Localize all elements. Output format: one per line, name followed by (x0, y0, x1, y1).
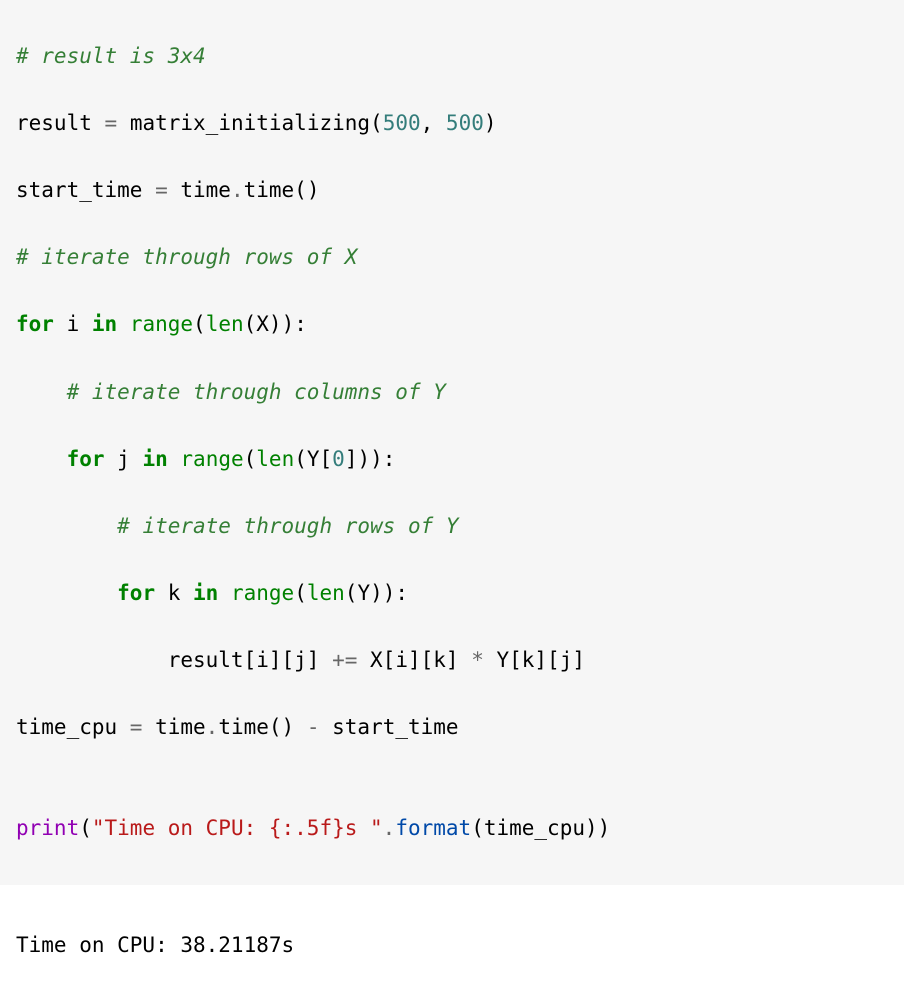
token: ( (294, 581, 307, 605)
builtin: print (16, 816, 79, 840)
number: 0 (332, 447, 345, 471)
token: ( (79, 816, 92, 840)
keyword: for (67, 447, 105, 471)
comment: # iterate through columns of Y (67, 380, 446, 404)
token: ])): (345, 447, 396, 471)
operator: = (105, 111, 118, 135)
code-line: for k in range(len(Y)): (16, 577, 888, 611)
token: ) (484, 111, 497, 135)
token: (Y[ (294, 447, 332, 471)
token: (Y)): (345, 581, 408, 605)
indent (16, 447, 67, 471)
number: 500 (446, 111, 484, 135)
operator: = (155, 178, 168, 202)
builtin: len (307, 581, 345, 605)
operator: * (471, 648, 484, 672)
string: "Time on CPU: {:.5f}s " (92, 816, 383, 840)
code-line: for i in range(len(X)): (16, 308, 888, 342)
code-cell: # result is 3x4 result = matrix_initiali… (0, 0, 904, 885)
output-cell: Time on CPU: 38.21187s (0, 885, 904, 996)
builtin: len (206, 312, 244, 336)
builtin: range (180, 447, 243, 471)
code-line: # result is 3x4 (16, 40, 888, 74)
token: time() (244, 178, 320, 202)
code-line: start_time = time.time() (16, 174, 888, 208)
token: Y[k][j] (484, 648, 585, 672)
builtin: len (256, 447, 294, 471)
builtin: range (231, 581, 294, 605)
indent (16, 380, 67, 404)
code-line: time_cpu = time.time() - start_time (16, 711, 888, 745)
token: result (16, 111, 105, 135)
operator: - (307, 715, 320, 739)
token: result[i][j] (168, 648, 332, 672)
code-line: # iterate through rows of Y (16, 510, 888, 544)
token (218, 581, 231, 605)
token: X[i][k] (357, 648, 471, 672)
token: time() (218, 715, 307, 739)
operator: . (206, 715, 219, 739)
token (117, 312, 130, 336)
operator: = (130, 715, 143, 739)
token: (time_cpu)) (471, 816, 610, 840)
token: matrix_initializing( (117, 111, 383, 135)
token: time (142, 715, 205, 739)
code-line: result[i][j] += X[i][k] * Y[k][j] (16, 644, 888, 678)
token: time (168, 178, 231, 202)
keyword: in (193, 581, 218, 605)
comment: # iterate through rows of X (16, 245, 357, 269)
method: format (395, 816, 471, 840)
token: start_time (320, 715, 459, 739)
token: ( (193, 312, 206, 336)
token: k (155, 581, 193, 605)
token: ( (244, 447, 257, 471)
indent (16, 648, 168, 672)
indent (16, 581, 117, 605)
number: 500 (383, 111, 421, 135)
keyword: for (117, 581, 155, 605)
keyword: in (142, 447, 167, 471)
code-line: print("Time on CPU: {:.5f}s ".format(tim… (16, 812, 888, 846)
operator: . (383, 816, 396, 840)
code-line: for j in range(len(Y[0])): (16, 443, 888, 477)
token: start_time (16, 178, 155, 202)
token (168, 447, 181, 471)
token: time_cpu (16, 715, 130, 739)
keyword: for (16, 312, 54, 336)
operator: . (231, 178, 244, 202)
output-line: Time on CPU: 38.21187s (16, 929, 888, 963)
token: (X)): (244, 312, 307, 336)
operator: += (332, 648, 357, 672)
comment: # iterate through rows of Y (117, 514, 458, 538)
code-line: # iterate through columns of Y (16, 376, 888, 410)
token: , (421, 111, 446, 135)
indent (16, 514, 117, 538)
code-line: result = matrix_initializing(500, 500) (16, 107, 888, 141)
token: j (105, 447, 143, 471)
code-line: # iterate through rows of X (16, 241, 888, 275)
keyword: in (92, 312, 117, 336)
builtin: range (130, 312, 193, 336)
comment: # result is 3x4 (16, 44, 206, 68)
token: i (54, 312, 92, 336)
